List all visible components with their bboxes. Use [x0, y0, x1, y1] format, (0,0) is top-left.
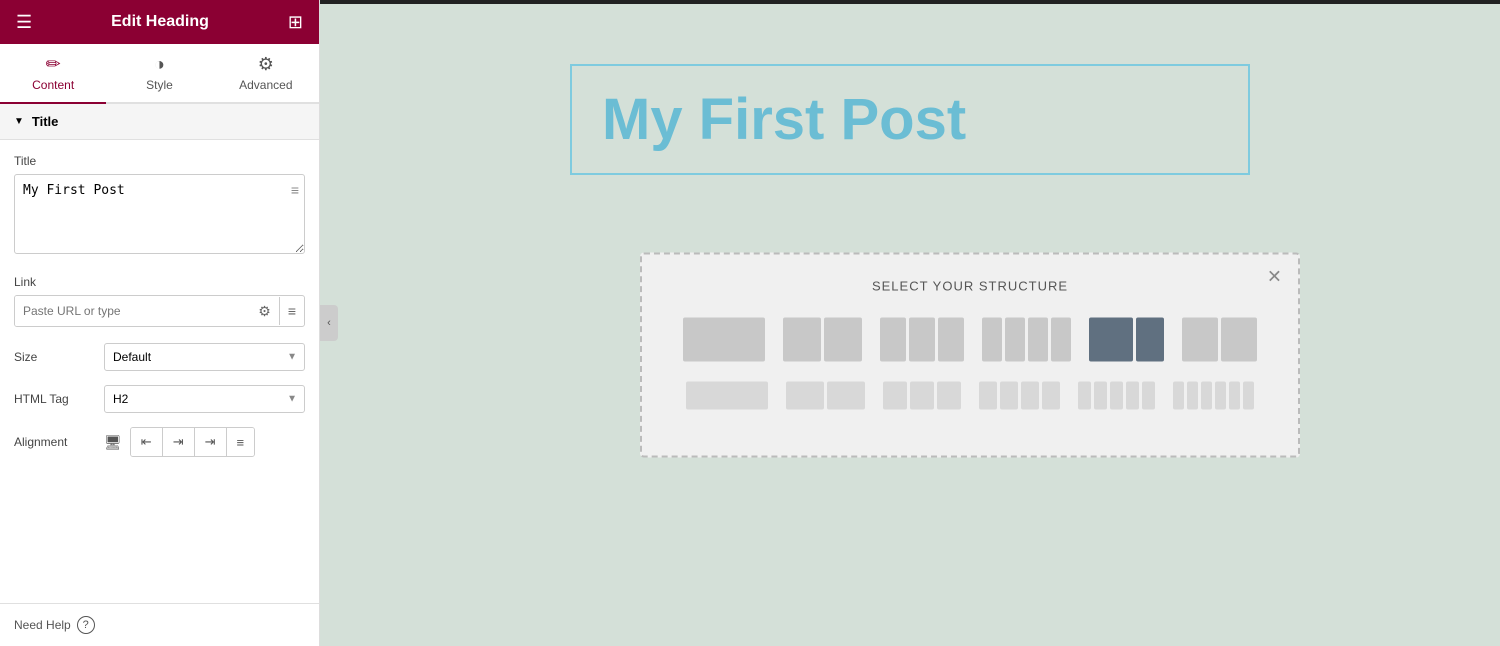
link-field-wrapper: ⚙ ≡: [14, 295, 305, 327]
title-field-label: Title: [14, 154, 305, 168]
align-justify-button[interactable]: ≡: [227, 428, 255, 456]
link-list-icon[interactable]: ≡: [279, 297, 304, 325]
structure-option2-3col[interactable]: [879, 378, 965, 414]
panel-header: ☰ Edit Heading ⊞: [0, 0, 319, 44]
structure-option-two-equal[interactable]: [1178, 314, 1261, 366]
panel-content: ▼ Title Title ≡ Link ⚙ ≡ Size: [0, 104, 319, 603]
need-help-label: Need Help: [14, 618, 71, 632]
title-section-label: Title: [32, 114, 59, 129]
link-field-label: Link: [14, 275, 305, 289]
tab-advanced-label: Advanced: [239, 78, 292, 92]
size-select[interactable]: Default Small Medium Large XL XXL: [104, 343, 305, 371]
structure-option2-5col[interactable]: [1074, 378, 1159, 414]
panel-title: Edit Heading: [111, 13, 209, 31]
alignment-group: ⇤ ⇥ ⇥ ≡: [130, 427, 255, 457]
size-field-row: Size Default Small Medium Large XL XXL ▼: [14, 343, 305, 371]
help-icon[interactable]: ?: [77, 616, 95, 634]
structure-modal-title: SELECT YOUR STRUCTURE: [672, 279, 1268, 294]
structure-option-wide-narrow[interactable]: [1085, 314, 1168, 366]
structure-option2-6col[interactable]: [1169, 378, 1258, 414]
collapse-panel-button[interactable]: ‹: [320, 305, 338, 341]
structure-option2-2col[interactable]: [782, 378, 869, 414]
structure-option-3col[interactable]: [876, 314, 968, 366]
edit-icon: ✏: [46, 54, 61, 75]
tab-style-label: Style: [146, 78, 173, 92]
align-left-button[interactable]: ⇤: [131, 428, 163, 456]
left-panel: ☰ Edit Heading ⊞ ✏ Content ◑ Style ⚙ Adv…: [0, 0, 320, 646]
monitor-icon: 🖥: [104, 434, 122, 451]
structure-option-4col[interactable]: [978, 314, 1075, 366]
alignment-field-row: Alignment 🖥 ⇤ ⇥ ⇥ ≡: [14, 427, 305, 457]
title-section-body: Title ≡ Link ⚙ ≡ Size Default Small M: [0, 140, 319, 485]
panel-tabs: ✏ Content ◑ Style ⚙ Advanced: [0, 44, 319, 104]
hamburger-icon[interactable]: ☰: [16, 12, 32, 33]
panel-footer: Need Help ?: [0, 603, 319, 646]
structure-option2-4col[interactable]: [975, 378, 1064, 414]
heading-text: My First Post: [602, 86, 1218, 153]
structure-option2-1col[interactable]: [682, 378, 772, 414]
style-icon: ◑: [154, 54, 165, 75]
structure-modal: ✕ SELECT YOUR STRUCTURE: [640, 253, 1300, 458]
structure-option-1col[interactable]: [679, 314, 769, 366]
main-area: My First Post ✕ SELECT YOUR STRUCTURE: [320, 0, 1500, 646]
advanced-icon: ⚙: [258, 54, 274, 75]
tab-content-label: Content: [32, 78, 74, 92]
html-tag-select-wrapper: H1 H2 H3 H4 H5 H6 div span p ▼: [104, 385, 305, 413]
structure-option-2col[interactable]: [779, 314, 866, 366]
link-input[interactable]: [15, 296, 250, 326]
structure-row-1: [672, 314, 1268, 366]
title-textarea-wrapper: ≡: [14, 174, 305, 259]
tab-content[interactable]: ✏ Content: [0, 44, 106, 104]
size-select-wrapper: Default Small Medium Large XL XXL ▼: [104, 343, 305, 371]
html-tag-field-row: HTML Tag H1 H2 H3 H4 H5 H6 div span p ▼: [14, 385, 305, 413]
align-right-button[interactable]: ⇥: [195, 428, 227, 456]
grid-icon[interactable]: ⊞: [288, 12, 303, 33]
tab-advanced[interactable]: ⚙ Advanced: [213, 44, 319, 104]
structure-row-2: [672, 378, 1268, 414]
align-center-button[interactable]: ⇥: [163, 428, 195, 456]
close-modal-button[interactable]: ✕: [1267, 267, 1282, 288]
html-tag-select[interactable]: H1 H2 H3 H4 H5 H6 div span p: [104, 385, 305, 413]
list-icon[interactable]: ≡: [291, 182, 299, 198]
link-settings-icon[interactable]: ⚙: [250, 297, 279, 326]
alignment-label: Alignment: [14, 435, 104, 449]
html-tag-label: HTML Tag: [14, 392, 104, 406]
tab-style[interactable]: ◑ Style: [106, 44, 212, 104]
size-label: Size: [14, 350, 104, 364]
heading-display[interactable]: My First Post: [570, 64, 1250, 175]
top-bar: [320, 0, 1500, 4]
title-section-header[interactable]: ▼ Title: [0, 104, 319, 140]
title-textarea[interactable]: [14, 174, 305, 254]
chevron-down-icon: ▼: [14, 116, 24, 127]
